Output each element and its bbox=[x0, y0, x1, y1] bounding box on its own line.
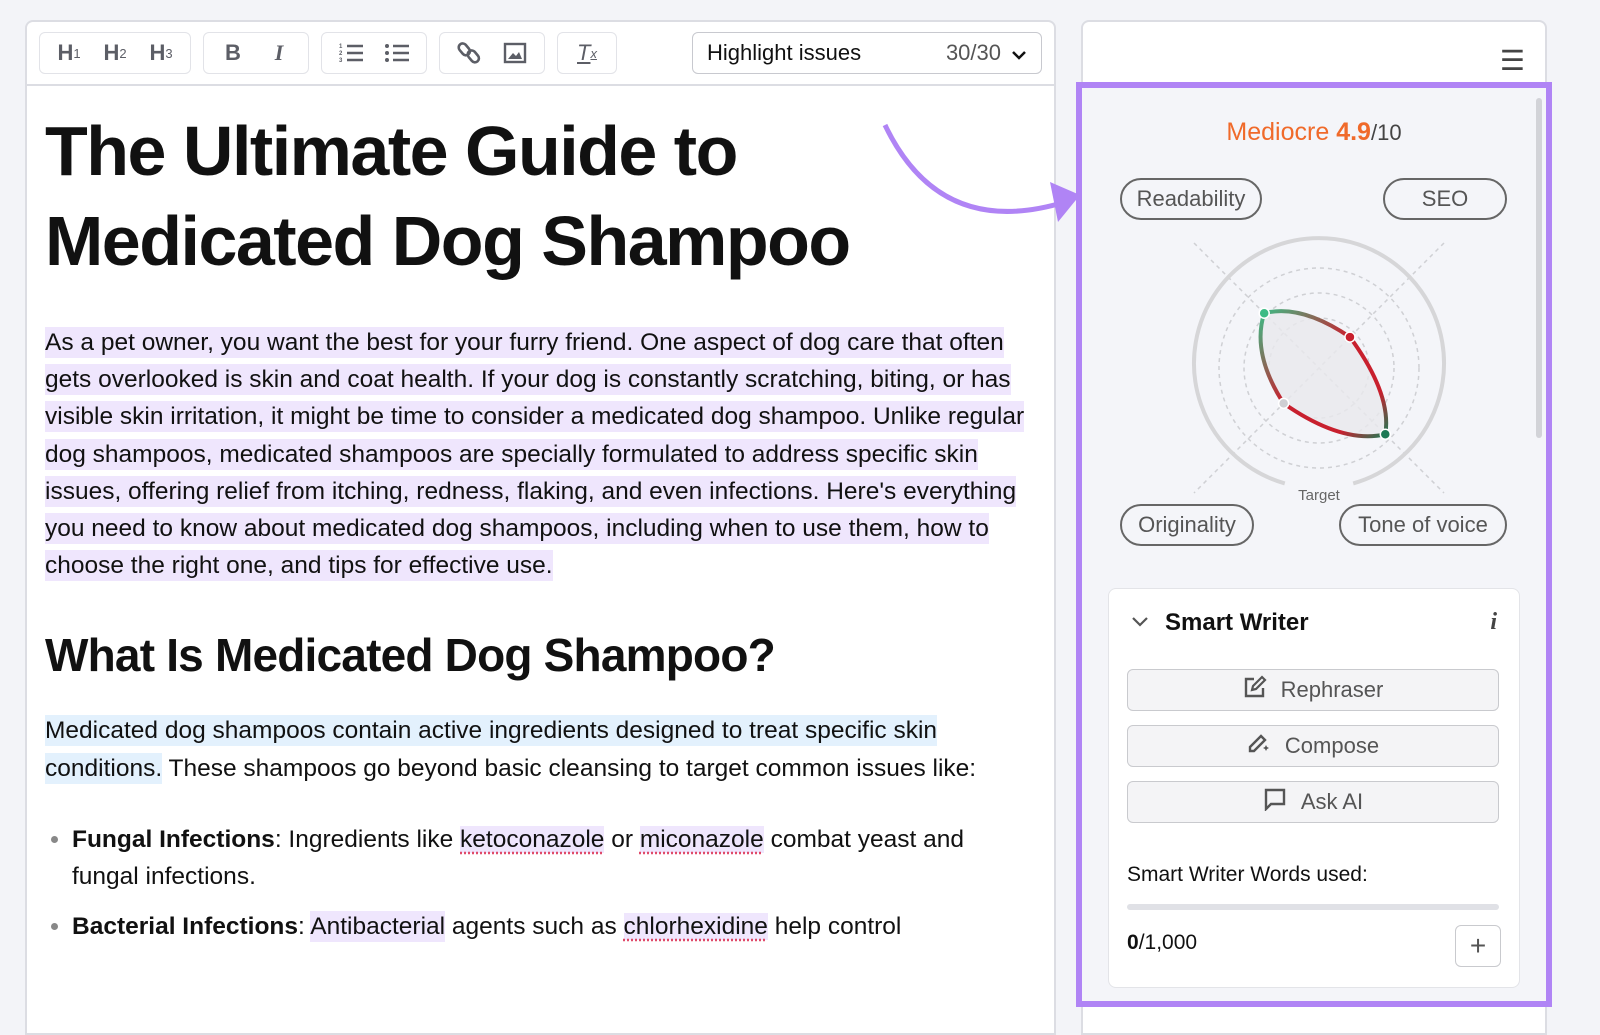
arrow-annotation bbox=[882, 123, 1080, 222]
editor-toolbar: H1 H2 H3 B I 123 Tx Highlight issues 30/… bbox=[27, 22, 1054, 86]
ask-ai-button[interactable]: Ask AI bbox=[1127, 781, 1499, 823]
compose-button[interactable]: Compose bbox=[1127, 725, 1499, 767]
intro-paragraph: As a pet owner, you want the best for yo… bbox=[45, 327, 1025, 582]
target-label: Target bbox=[1298, 487, 1341, 504]
italic-button[interactable]: I bbox=[256, 34, 302, 72]
bold-button[interactable]: B bbox=[210, 34, 256, 72]
highlighted-score-panel: Mediocre 4.9/10 Readability SEO Tone of … bbox=[1076, 82, 1552, 1007]
heading3-button[interactable]: H3 bbox=[138, 34, 184, 72]
spelling-issue[interactable]: miconazole bbox=[639, 825, 764, 853]
chat-bubble-icon bbox=[1263, 787, 1287, 817]
radar-chart: Target bbox=[1192, 236, 1446, 504]
seo-pill[interactable]: SEO bbox=[1383, 178, 1507, 220]
smart-writer-title: Smart Writer bbox=[1165, 609, 1309, 636]
list-item: Bacterial Infections: Antibacterial agen… bbox=[72, 908, 1036, 946]
tone-of-voice-pill[interactable]: Tone of voice bbox=[1339, 504, 1507, 546]
overall-score: Mediocre 4.9/10 bbox=[1226, 118, 1402, 146]
highlighted-word[interactable]: Antibacterial bbox=[310, 910, 446, 942]
smart-writer-card: Smart Writer i Rephraser Compose Ask AI … bbox=[1108, 588, 1520, 988]
spelling-issue[interactable]: ketoconazole bbox=[460, 825, 605, 853]
spelling-issue[interactable]: chlorhexidine bbox=[623, 912, 768, 940]
hamburger-menu-icon[interactable]: ☰ bbox=[1500, 44, 1525, 77]
originality-pill[interactable]: Originality bbox=[1120, 504, 1254, 546]
add-words-button[interactable]: + bbox=[1455, 925, 1501, 967]
info-icon[interactable]: i bbox=[1490, 609, 1497, 636]
words-used-label: Smart Writer Words used: bbox=[1127, 863, 1368, 886]
radar-point-seo bbox=[1344, 331, 1356, 343]
readability-pill[interactable]: Readability bbox=[1120, 178, 1262, 220]
ordered-list-icon[interactable]: 123 bbox=[328, 34, 374, 72]
section-paragraph: Medicated dog shampoos contain active in… bbox=[45, 715, 977, 784]
words-progress-bar bbox=[1127, 904, 1499, 910]
rephraser-button[interactable]: Rephraser bbox=[1127, 669, 1499, 711]
svg-text:3: 3 bbox=[339, 58, 343, 64]
heading2-button[interactable]: H2 bbox=[92, 34, 138, 72]
image-icon[interactable] bbox=[492, 34, 538, 72]
link-icon[interactable] bbox=[446, 34, 492, 72]
words-count: 0/1,000 bbox=[1127, 931, 1198, 954]
highlight-issues-dropdown[interactable]: Highlight issues 30/30 bbox=[692, 32, 1042, 74]
radar-point-originality bbox=[1277, 397, 1290, 410]
scrollbar[interactable] bbox=[1536, 98, 1542, 438]
radar-point-tone-of-voice bbox=[1379, 428, 1392, 441]
collapse-chevron-icon[interactable] bbox=[1131, 615, 1149, 633]
svg-text:2: 2 bbox=[339, 51, 343, 57]
edit-icon bbox=[1243, 675, 1267, 705]
radar-shape bbox=[1258, 309, 1389, 439]
heading1-button[interactable]: H1 bbox=[46, 34, 92, 72]
clear-format-button[interactable]: Tx bbox=[564, 34, 610, 72]
svg-text:1: 1 bbox=[339, 44, 343, 50]
list-item: Fungal Infections: Ingredients like keto… bbox=[72, 821, 1036, 896]
magic-pen-icon bbox=[1247, 731, 1271, 761]
radar-point-readability bbox=[1258, 307, 1270, 319]
bullet-list-icon[interactable] bbox=[374, 34, 420, 72]
conditions-list: Fungal Infections: Ingredients like keto… bbox=[45, 821, 1036, 946]
section-heading: What Is Medicated Dog Shampoo? bbox=[45, 629, 776, 682]
chevron-down-icon bbox=[1011, 40, 1027, 66]
